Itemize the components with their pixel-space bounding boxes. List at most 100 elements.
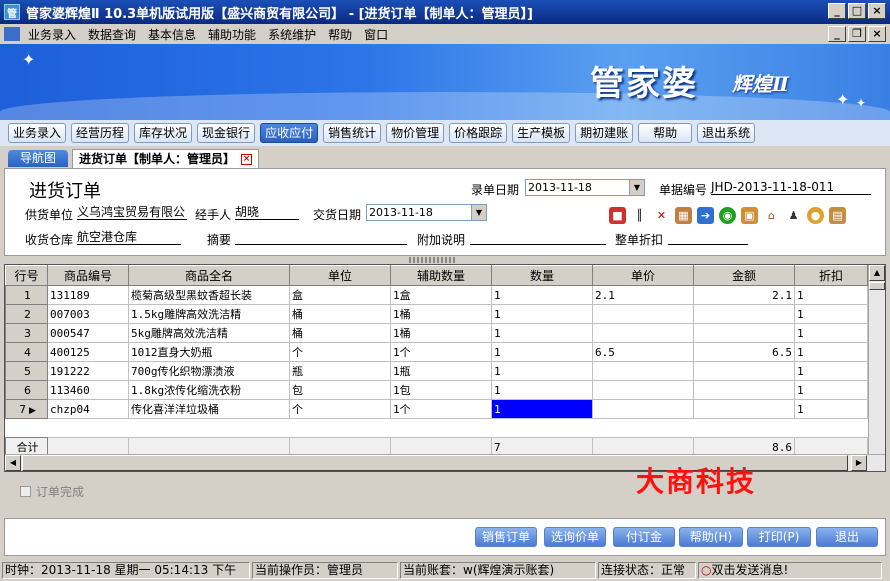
supplier-field[interactable]: 义乌鸿宝贸易有限公 — [77, 205, 187, 220]
cell-aux[interactable]: 1桶 — [390, 323, 492, 343]
toolbar-receivables-payables[interactable]: 应收应付 — [260, 123, 319, 143]
barcode-icon[interactable]: ║ — [631, 207, 648, 224]
summary-field[interactable] — [235, 230, 407, 245]
cell-amount[interactable] — [693, 323, 795, 343]
checkbox-icon[interactable] — [20, 486, 31, 497]
user-icon[interactable]: ♟ — [785, 207, 802, 224]
cell-qty[interactable]: 1 — [491, 361, 593, 381]
cell-aux[interactable]: 1桶 — [390, 304, 492, 324]
menu-window[interactable]: 窗口 — [358, 26, 394, 43]
sales-order-button[interactable]: 销售订单 — [475, 527, 537, 547]
vertical-scrollbar[interactable]: ▲ — [868, 265, 885, 455]
tab-navigation[interactable]: 导航图 — [8, 150, 68, 167]
note-field[interactable] — [470, 230, 606, 245]
menu-system-maintenance[interactable]: 系统维护 — [262, 26, 322, 43]
menu-business-entry[interactable]: 业务录入 — [22, 26, 82, 43]
row-number[interactable]: 4 — [5, 342, 48, 362]
cell-unit[interactable]: 瓶 — [289, 361, 391, 381]
chevron-down-icon[interactable]: ▼ — [629, 180, 644, 195]
toolbar-business-history[interactable]: 经营历程 — [71, 123, 130, 143]
col-qty[interactable]: 数量 — [491, 265, 593, 286]
minimize-button[interactable]: _ — [828, 3, 846, 19]
cell-aux[interactable]: 1盒 — [390, 285, 492, 305]
row-number[interactable]: 5 — [5, 361, 48, 381]
cell-unit[interactable]: 个 — [289, 342, 391, 362]
cell-unit[interactable]: 个 — [289, 399, 391, 419]
child-restore-button[interactable]: ❐ — [848, 26, 866, 42]
cell-price[interactable] — [592, 399, 694, 419]
handler-field[interactable]: 胡晓 — [235, 205, 299, 220]
maximize-button[interactable]: □ — [848, 3, 866, 19]
toolbar-inventory-status[interactable]: 库存状况 — [134, 123, 193, 143]
col-row-no[interactable]: 行号 — [5, 265, 48, 286]
calculator-icon[interactable]: ▦ — [675, 207, 692, 224]
cell-disc[interactable]: 1 — [794, 304, 868, 324]
cell-disc[interactable]: 1 — [794, 380, 868, 400]
cell-code[interactable]: 191222 — [47, 361, 129, 381]
menu-data-query[interactable]: 数据查询 — [82, 26, 142, 43]
warehouse-field[interactable]: 航空港仓库 — [77, 230, 181, 245]
delivery-date-picker[interactable]: 2013-11-18 ▼ — [366, 204, 487, 221]
cell-name[interactable]: 1.5kg雕牌高效洗洁精 — [128, 304, 290, 324]
tools-icon[interactable]: ✕ — [653, 207, 670, 224]
cell-name[interactable]: 700g传化织物漂渍液 — [128, 361, 290, 381]
table-row[interactable]: 4 400125 1012直身大奶瓶个 1个 1 6.5 6.5 1 — [5, 342, 868, 362]
cell-price[interactable]: 2.1 — [592, 285, 694, 305]
order-done-checkbox[interactable]: 订单完成 — [20, 483, 84, 500]
cell-disc[interactable]: 1 — [794, 342, 868, 362]
table-row[interactable]: 7 ▶ chzp04 传化喜洋洋垃圾桶个 1个 1 1 — [5, 399, 868, 419]
cell-unit[interactable]: 盒 — [289, 285, 391, 305]
row-number[interactable]: 3 — [5, 323, 48, 343]
toolbar-price-management[interactable]: 物价管理 — [386, 123, 445, 143]
col-unit[interactable]: 单位 — [289, 265, 391, 286]
cell-aux[interactable]: 1个 — [390, 399, 492, 419]
home-icon[interactable]: ⌂ — [763, 207, 780, 224]
toolbar-help[interactable]: 帮助 — [638, 123, 693, 143]
cell-qty[interactable]: 1 — [491, 380, 593, 400]
table-row[interactable]: 1 131189 榄菊高级型黑蚊香超长装盒 1盒 1 2.1 2.1 1 — [5, 285, 868, 305]
menu-basic-info[interactable]: 基本信息 — [142, 26, 202, 43]
cell-name[interactable]: 传化喜洋洋垃圾桶 — [128, 399, 290, 419]
splitter[interactable] — [4, 256, 886, 264]
toolbar-sales-stats[interactable]: 销售统计 — [323, 123, 382, 143]
cell-name[interactable]: 1012直身大奶瓶 — [128, 342, 290, 362]
discount-field[interactable] — [668, 230, 748, 245]
toolbar-cash-bank[interactable]: 现金银行 — [197, 123, 256, 143]
cell-disc[interactable]: 1 — [794, 285, 868, 305]
cell-disc[interactable]: 1 — [794, 361, 868, 381]
menu-aux-functions[interactable]: 辅助功能 — [202, 26, 262, 43]
cell-price[interactable] — [592, 323, 694, 343]
row-number[interactable]: 7 ▶ — [5, 399, 48, 419]
target-icon[interactable]: ◉ — [719, 207, 736, 224]
scroll-thumb[interactable] — [869, 282, 885, 290]
cell-disc[interactable]: 1 — [794, 399, 868, 419]
cell-name[interactable]: 榄菊高级型黑蚊香超长装 — [128, 285, 290, 305]
cell-aux[interactable]: 1瓶 — [390, 361, 492, 381]
clipboard-icon[interactable]: ▤ — [829, 207, 846, 224]
status-message[interactable]: ○双击发送消息! — [698, 562, 882, 579]
toolbar-exit-system[interactable]: 退出系统 — [697, 123, 756, 143]
cell-amount[interactable] — [693, 380, 795, 400]
col-amount[interactable]: 金额 — [693, 265, 795, 286]
cell-amount[interactable]: 6.5 — [693, 342, 795, 362]
doc-no-field[interactable]: JHD-2013-11-18-011 — [711, 180, 871, 195]
col-name[interactable]: 商品全名 — [128, 265, 290, 286]
toolbar-business-entry[interactable]: 业务录入 — [8, 123, 67, 143]
cell-qty[interactable]: 1 — [491, 323, 593, 343]
pay-deposit-button[interactable]: 付订金 — [613, 527, 675, 547]
cell-amount[interactable] — [693, 399, 795, 419]
close-icon[interactable]: × — [241, 153, 253, 165]
help-button[interactable]: 帮助(H) — [679, 527, 743, 547]
cell-qty[interactable]: 1 — [491, 285, 593, 305]
menu-help[interactable]: 帮助 — [322, 26, 358, 43]
cell-code[interactable]: chzp04 — [47, 399, 129, 419]
cell-code[interactable]: 400125 — [47, 342, 129, 362]
toolbar-production-template[interactable]: 生产模板 — [512, 123, 571, 143]
cell-name[interactable]: 5kg雕牌高效洗洁精 — [128, 323, 290, 343]
child-minimize-button[interactable]: _ — [828, 26, 846, 42]
cell-code[interactable]: 113460 — [47, 380, 129, 400]
table-row[interactable]: 3 000547 5kg雕牌高效洗洁精桶 1桶 1 1 — [5, 323, 868, 343]
row-number[interactable]: 2 — [5, 304, 48, 324]
cell-amount[interactable] — [693, 304, 795, 324]
table-row[interactable]: 6 113460 1.8kg浓传化缩洗衣粉包 1包 1 1 — [5, 380, 868, 400]
